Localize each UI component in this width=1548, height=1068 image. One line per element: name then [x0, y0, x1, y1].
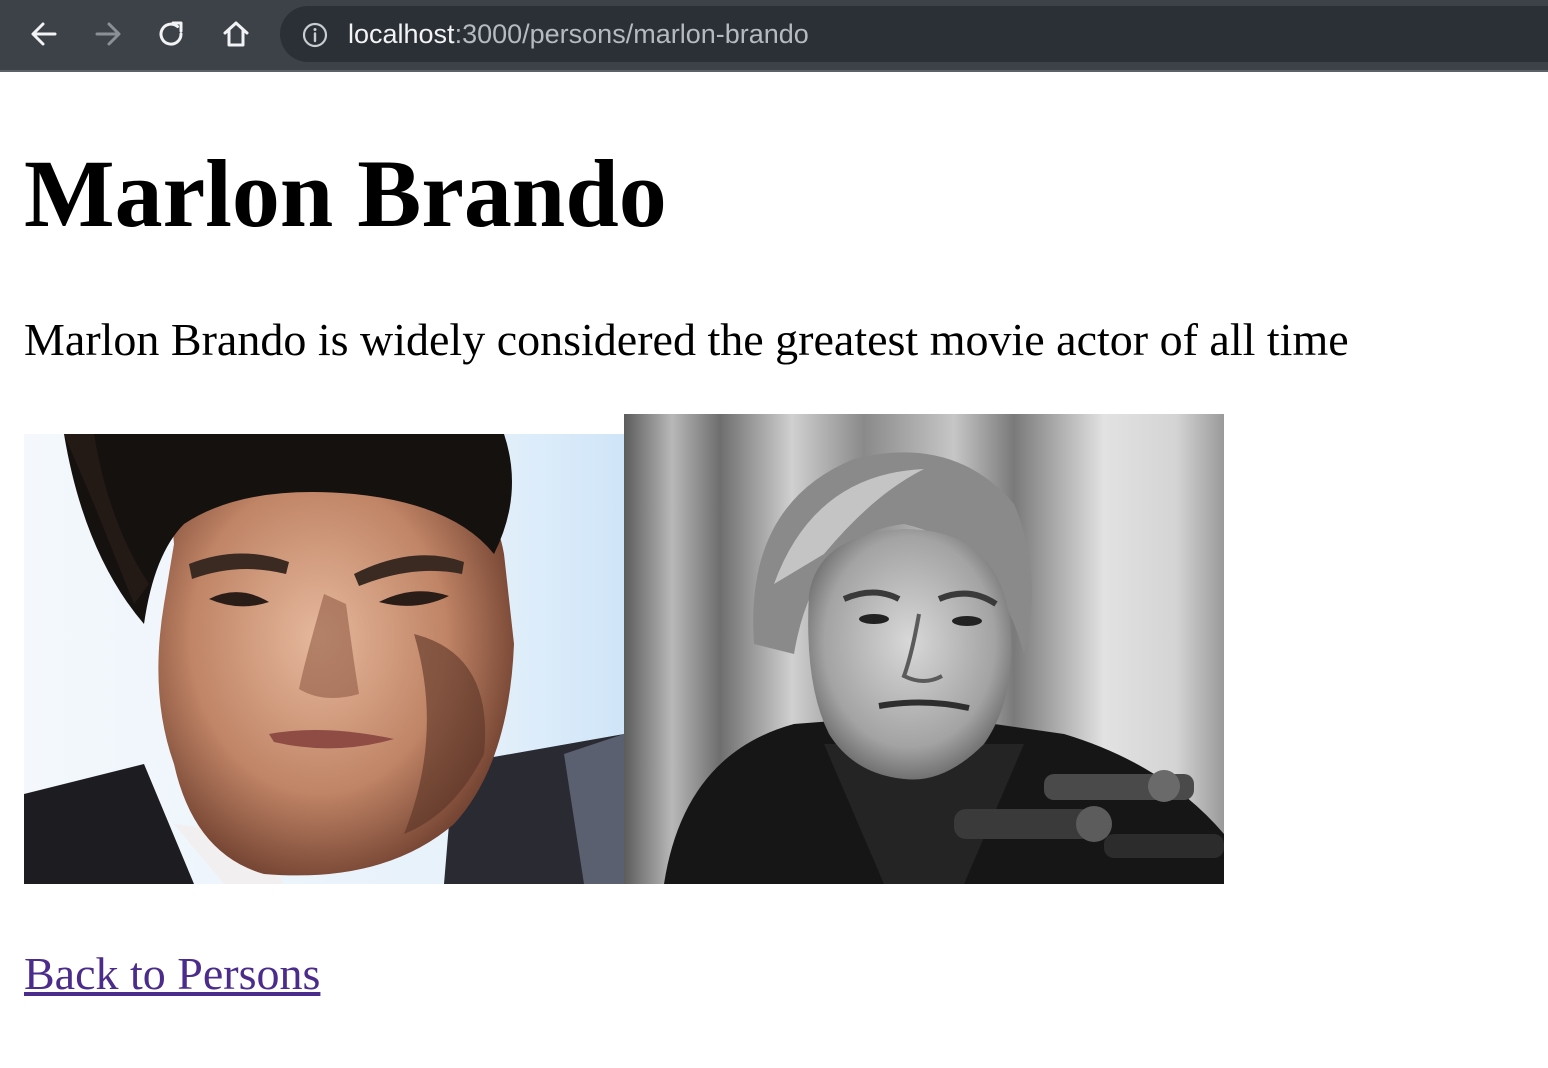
- url-text[interactable]: localhost:3000/persons/marlon-brando: [348, 19, 809, 49]
- page-title: Marlon Brando: [24, 140, 667, 247]
- reload-button[interactable]: [152, 14, 192, 54]
- home-button[interactable]: [216, 14, 256, 54]
- url-host: localhost: [348, 19, 455, 49]
- home-icon: [223, 21, 249, 47]
- reload-icon: [159, 21, 183, 46]
- back-arrow-icon: [31, 22, 57, 46]
- browser-toolbar: localhost:3000/persons/marlon-brando: [0, 0, 1548, 72]
- portrait-photo-bw: [624, 414, 1224, 884]
- forward-button[interactable]: [88, 14, 128, 54]
- address-bar[interactable]: localhost:3000/persons/marlon-brando: [280, 6, 1548, 62]
- person-description: Marlon Brando is widely considered the g…: [24, 314, 1349, 365]
- info-icon[interactable]: [302, 22, 328, 48]
- photo-gallery: [24, 414, 1224, 884]
- forward-arrow-icon: [95, 22, 121, 46]
- back-button[interactable]: [24, 14, 64, 54]
- url-path: :3000/persons/marlon-brando: [454, 19, 809, 49]
- portrait-photo-color: [24, 434, 624, 884]
- back-to-persons-link[interactable]: Back to Persons: [24, 948, 320, 1000]
